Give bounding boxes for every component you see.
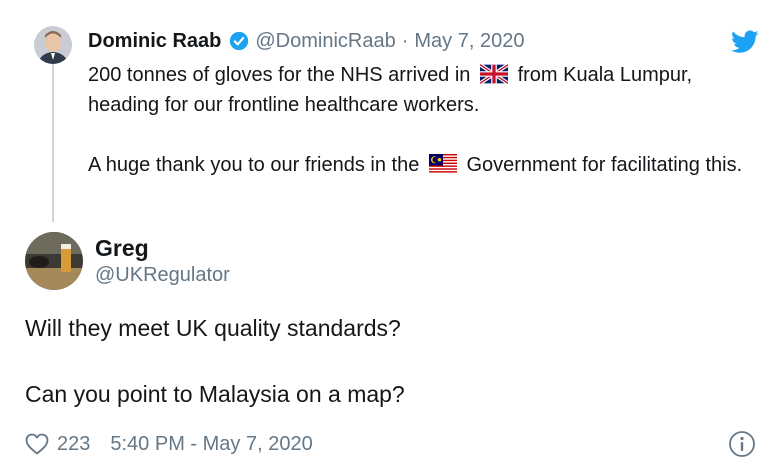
twitter-bird-icon[interactable] <box>731 30 759 54</box>
parent-tweet-header: Dominic Raab @DominicRaab · May 7, 2020 <box>88 29 524 53</box>
reply-tweet-footer: 223 5:40 PM - May 7, 2020 <box>25 428 313 460</box>
reply-timestamp[interactable]: 5:40 PM - May 7, 2020 <box>110 433 312 456</box>
reply-author-handle[interactable]: @UKRegulator <box>95 262 230 288</box>
parent-tweet-date[interactable]: May 7, 2020 <box>414 29 524 53</box>
verified-badge-icon <box>230 31 249 51</box>
parent-author-handle[interactable]: @DominicRaab <box>255 29 395 53</box>
info-icon[interactable] <box>728 430 756 458</box>
parent-tweet-text: 200 tonnes of gloves for the NHS arrived… <box>88 60 768 180</box>
reply-paragraph: Will they meet UK quality standards? <box>25 315 401 341</box>
thread-connector-line <box>52 64 54 222</box>
parent-author-avatar[interactable] <box>34 26 72 64</box>
reply-tweet-text: Will they meet UK quality standards? Can… <box>25 312 765 410</box>
reply-author-name[interactable]: Greg <box>95 234 149 262</box>
reply-author-avatar[interactable] <box>25 232 83 290</box>
reply-paragraph: Can you point to Malaysia on a map? <box>25 381 405 407</box>
parent-text-segment: A huge thank you to our friends in the <box>88 154 420 176</box>
parent-tweet-paragraph-2: A huge thank you to our friends in the G… <box>88 150 768 180</box>
parent-text-segment: Government for facilitating this. <box>466 154 743 176</box>
uk-flag-icon <box>480 64 508 84</box>
malaysia-flag-icon <box>428 154 457 174</box>
meta-separator: · <box>401 30 409 52</box>
heart-icon[interactable] <box>25 433 49 455</box>
parent-author-name[interactable]: Dominic Raab <box>88 29 221 53</box>
parent-text-segment: 200 tonnes of gloves for the NHS arrived… <box>88 64 471 86</box>
parent-tweet-paragraph-1: 200 tonnes of gloves for the NHS arrived… <box>88 60 768 120</box>
like-count[interactable]: 223 <box>57 433 90 456</box>
